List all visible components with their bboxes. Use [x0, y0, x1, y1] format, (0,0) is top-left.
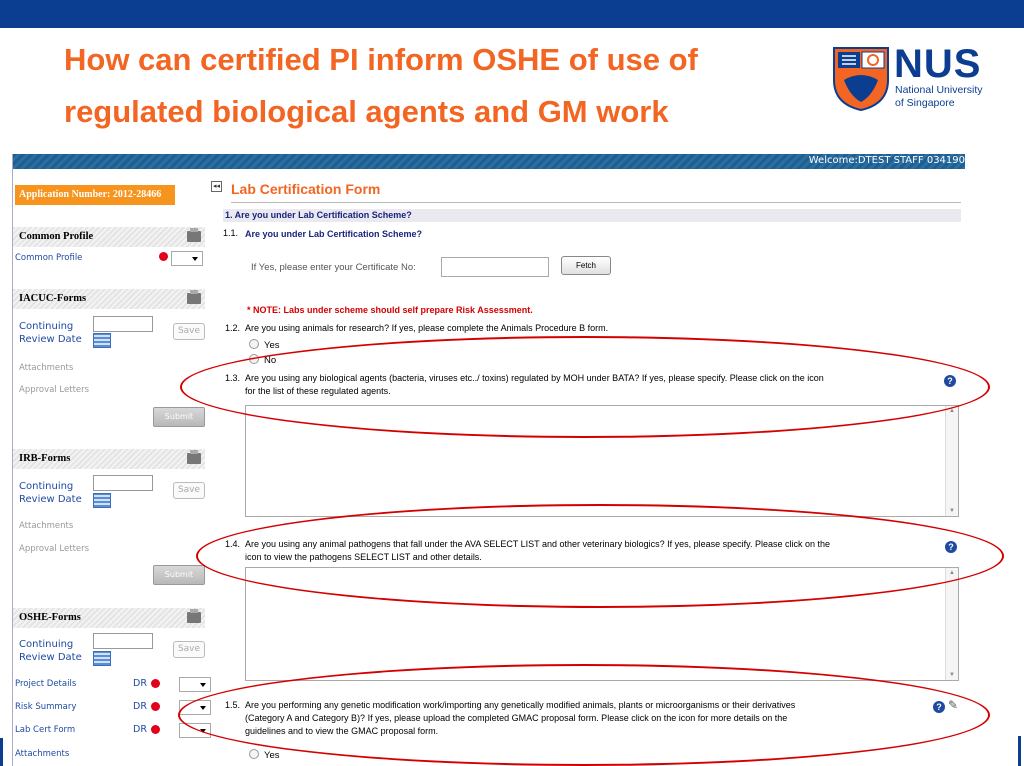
oshe-forms-heading: OSHE-Forms — [13, 608, 205, 628]
sidebar: Application Number: 2012-28466 Common Pr… — [13, 169, 211, 766]
red-status-dot — [151, 679, 160, 688]
iacuc-crd-label: Continuing Review Date — [19, 320, 82, 346]
certificate-number-input[interactable] — [441, 257, 549, 277]
irb-crd-label: Continuing Review Date — [19, 480, 82, 506]
question-number: 1.2. — [225, 323, 241, 333]
certificate-label: If Yes, please enter your Certificate No… — [251, 262, 416, 273]
radio-yes-label: Yes — [264, 340, 280, 351]
slide-title: How can certified PI inform OSHE of use … — [64, 34, 824, 138]
red-status-dot — [151, 725, 160, 734]
nus-logo: NUS National University of Singapore — [832, 42, 992, 122]
section-1-header: 1. Are you under Lab Certification Schem… — [223, 209, 961, 222]
fetch-button[interactable]: Fetch — [561, 256, 611, 275]
oshe-forms-heading-label: OSHE-Forms — [19, 612, 81, 623]
red-status-dot — [159, 252, 168, 261]
iacuc-forms-heading-label: IACUC-Forms — [19, 293, 87, 304]
question-1-2: Are you using animals for research? If y… — [245, 323, 609, 333]
oshe-save-button[interactable]: Save — [173, 641, 205, 658]
slide-border-right — [1018, 736, 1021, 766]
iacuc-crd-label-line-2: Review Date — [19, 334, 82, 345]
irb-attachments-link[interactable]: Attachments — [19, 521, 73, 531]
oshe-crd-label-line-1: Continuing — [19, 639, 74, 650]
slide-border-left — [0, 738, 3, 766]
irb-crd-label-line-1: Continuing — [19, 481, 74, 492]
iacuc-forms-heading: IACUC-Forms — [13, 289, 205, 309]
status-text: DR — [133, 701, 147, 712]
common-profile-heading-label: Common Profile — [19, 231, 94, 242]
printer-icon[interactable] — [187, 450, 201, 464]
highlight-ellipse — [196, 504, 1004, 608]
slide-title-line-2: regulated biological agents and GM work — [64, 94, 669, 129]
calendar-icon[interactable] — [93, 333, 111, 348]
status-text: DR — [133, 724, 147, 735]
project-details-select[interactable] — [179, 677, 211, 692]
nus-crest-icon — [833, 47, 889, 112]
irb-crd-label-line-2: Review Date — [19, 494, 82, 505]
oshe-crd-label: Continuing Review Date — [19, 638, 82, 664]
radio-yes-label: Yes — [264, 750, 280, 761]
common-profile-select[interactable] — [171, 251, 203, 266]
question-1-1: Are you under Lab Certification Scheme? — [245, 229, 423, 239]
iacuc-crd-label-line-1: Continuing — [19, 321, 74, 332]
highlight-ellipse — [180, 336, 990, 438]
irb-forms-heading-label: IRB-Forms — [19, 453, 71, 464]
status-text: DR — [133, 678, 147, 689]
common-profile-heading: Common Profile — [13, 227, 205, 247]
title-divider — [231, 202, 961, 203]
radio-button-icon[interactable] — [249, 339, 259, 349]
oshe-crd-label-line-2: Review Date — [19, 652, 82, 663]
iacuc-save-button[interactable]: Save — [173, 323, 205, 340]
printer-icon[interactable] — [187, 228, 201, 242]
oshe-crd-input[interactable] — [93, 633, 153, 649]
irb-crd-input[interactable] — [93, 475, 153, 491]
radio-yes[interactable]: Yes — [249, 749, 280, 761]
oshe-attachments-link[interactable]: Attachments — [15, 749, 69, 759]
red-status-dot — [151, 702, 160, 711]
scrollbar[interactable] — [945, 568, 958, 680]
iacuc-attachments-link[interactable]: Attachments — [19, 363, 73, 373]
oshe-project-details-link[interactable]: Project Details — [15, 679, 76, 689]
logo-name: NUS — [894, 42, 982, 86]
slide-top-bar — [0, 0, 1024, 28]
radio-yes[interactable]: Yes — [249, 339, 280, 351]
printer-icon[interactable] — [187, 609, 201, 623]
irb-forms-heading: IRB-Forms — [13, 449, 205, 469]
highlight-ellipse — [178, 664, 990, 766]
common-profile-link[interactable]: Common Profile — [15, 253, 82, 263]
form-title: Lab Certification Form — [231, 181, 381, 197]
welcome-text: Welcome:DTEST STAFF 034190 — [808, 155, 965, 166]
question-number: 1.1. — [223, 228, 239, 238]
irb-submit-button[interactable]: Submit — [153, 565, 205, 585]
iacuc-submit-button[interactable]: Submit — [153, 407, 205, 427]
radio-button-icon[interactable] — [249, 749, 259, 759]
irb-save-button[interactable]: Save — [173, 482, 205, 499]
application-number: Application Number: 2012-28466 — [15, 185, 175, 205]
logo-subtitle: National University of Singapore — [895, 84, 983, 110]
risk-assessment-note: * NOTE: Labs under scheme should self pr… — [247, 305, 533, 315]
irb-approval-letters-link[interactable]: Approval Letters — [19, 544, 89, 554]
slide-title-line-1: How can certified PI inform OSHE of use … — [64, 42, 698, 77]
oshe-risk-summary-link[interactable]: Risk Summary — [15, 702, 76, 712]
welcome-bar: Welcome:DTEST STAFF 034190 — [13, 154, 965, 169]
scrollbar[interactable] — [945, 406, 958, 516]
logo-subtitle-line-2: of Singapore — [895, 97, 955, 109]
oshe-lab-cert-form-link[interactable]: Lab Cert Form — [15, 725, 75, 735]
iacuc-crd-input[interactable] — [93, 316, 153, 332]
logo-subtitle-line-1: National University — [895, 84, 983, 96]
calendar-icon[interactable] — [93, 651, 111, 666]
iacuc-approval-letters-link[interactable]: Approval Letters — [19, 385, 89, 395]
calendar-icon[interactable] — [93, 493, 111, 508]
printer-icon[interactable] — [187, 290, 201, 304]
